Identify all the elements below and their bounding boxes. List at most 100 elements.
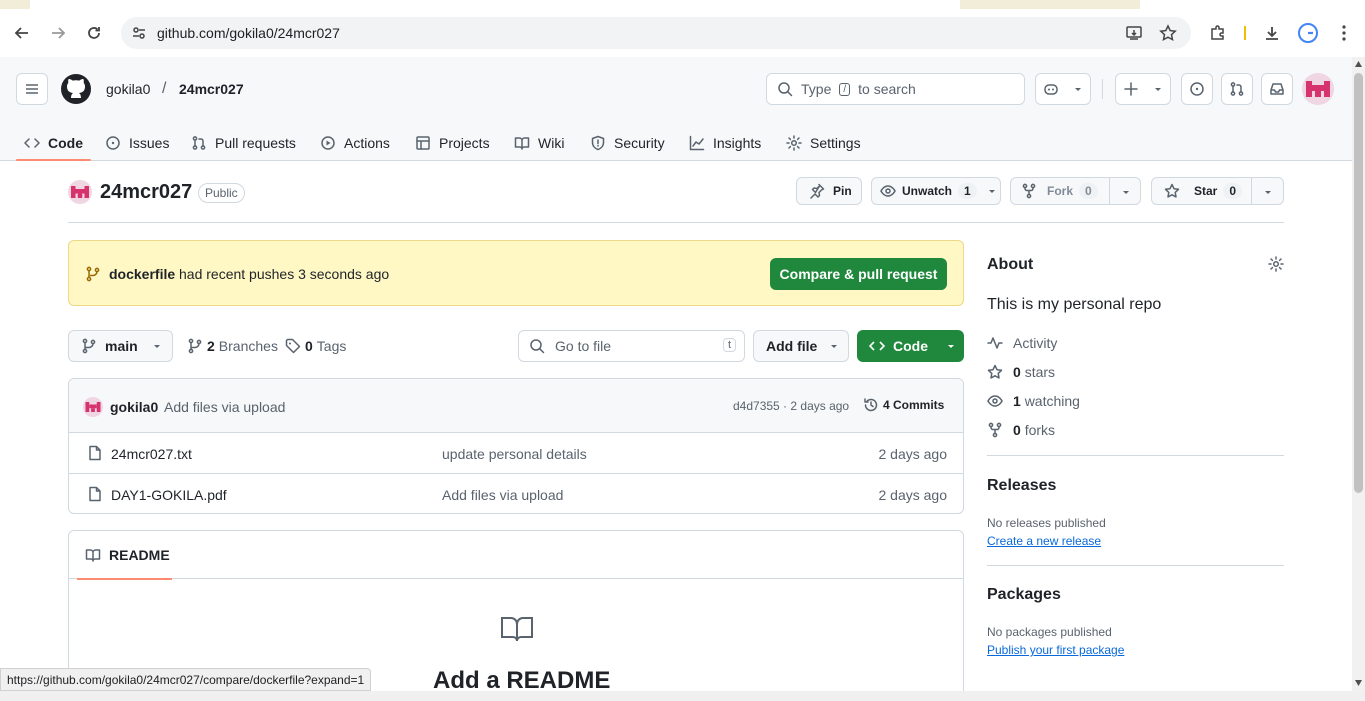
table-row[interactable]: DAY1-GOKILA.pdf Add files via upload 2 d… (69, 473, 963, 513)
star-count: 0 (1223, 183, 1243, 199)
address-bar[interactable]: github.com/gokila0/24mcr027 (121, 17, 1191, 49)
copilot-icon (1044, 84, 1058, 95)
code-dropdown-button[interactable]: Code (857, 330, 964, 362)
scroll-up-arrow-icon[interactable] (1355, 61, 1362, 67)
tags-count: 0 (305, 338, 313, 354)
tag-icon (285, 338, 301, 354)
file-commit-message[interactable]: Add files via upload (442, 487, 563, 503)
tab-projects[interactable]: Projects (415, 125, 490, 161)
tab-insights[interactable]: Insights (689, 125, 761, 161)
go-to-file-key-hint: t (722, 338, 736, 352)
tab-actions[interactable]: Actions (320, 125, 390, 161)
profile-button[interactable] (1294, 19, 1322, 47)
gear-icon[interactable] (1268, 256, 1284, 272)
arrow-left-icon (14, 27, 28, 39)
inbox-button[interactable] (1261, 73, 1293, 105)
page-scrollbar[interactable] (1352, 57, 1365, 691)
commits-link[interactable]: 4 Commits (863, 397, 944, 413)
activity-link[interactable]: Activity (987, 335, 1057, 351)
publish-package-link[interactable]: Publish your first package (987, 643, 1124, 657)
watching-count: 1 (1013, 393, 1021, 409)
fork-button[interactable]: Fork 0 (1010, 177, 1141, 205)
site-info-icon[interactable] (131, 25, 147, 41)
packages-title[interactable]: Packages (987, 586, 1061, 604)
file-name[interactable]: DAY1-GOKILA.pdf (111, 487, 227, 503)
file-commit-message[interactable]: update personal details (442, 446, 587, 462)
repo-header: gokila0 / 24mcr027 Type / to search Code… (0, 57, 1352, 161)
compare-pull-request-button[interactable]: Compare & pull request (770, 258, 947, 290)
hamburger-icon (26, 84, 38, 94)
create-new-button[interactable] (1115, 73, 1171, 105)
caret-down-icon[interactable] (1121, 187, 1131, 197)
browser-tab[interactable] (30, 0, 960, 9)
unwatch-label: Unwatch (902, 184, 953, 198)
stars-link[interactable]: 0 stars (987, 364, 1055, 380)
commit-hash-time[interactable]: d4d7355 · 2 days ago (733, 399, 849, 413)
tab-pull-requests[interactable]: Pull requests (191, 125, 296, 161)
add-file-button[interactable]: Add file (753, 330, 849, 362)
search-icon (530, 339, 545, 354)
bookmark-star-icon[interactable] (1159, 24, 1177, 42)
caret-down-icon (831, 345, 838, 348)
repo-link[interactable]: 24mcr027 (179, 81, 244, 97)
caret-down-icon (948, 345, 954, 348)
branch-name: main (105, 338, 138, 354)
scroll-down-arrow-icon[interactable] (1355, 680, 1362, 686)
pull-requests-button[interactable] (1221, 73, 1253, 105)
branches-link[interactable]: 2 Branches (187, 338, 278, 354)
forks-link[interactable]: 0 forks (987, 422, 1055, 438)
forward-button[interactable] (44, 19, 72, 47)
tab-code[interactable]: Code (16, 125, 91, 161)
unwatch-button[interactable]: Unwatch 1 (871, 177, 1001, 205)
issues-button[interactable] (1181, 73, 1213, 105)
tab-wiki[interactable]: Wiki (514, 125, 564, 161)
visibility-badge: Public (198, 183, 245, 203)
releases-title[interactable]: Releases (987, 477, 1056, 495)
go-to-file-placeholder: Go to file (555, 338, 612, 354)
branch-selector[interactable]: main (68, 330, 173, 362)
packages-empty-text: No packages published (987, 625, 1112, 639)
tab-settings[interactable]: Settings (786, 125, 861, 161)
avatar[interactable] (1302, 73, 1334, 105)
github-logo-icon[interactable] (60, 73, 92, 105)
repo-title[interactable]: 24mcr027 (100, 181, 192, 204)
tags-link[interactable]: 0 Tags (285, 338, 346, 354)
file-name[interactable]: 24mcr027.txt (111, 446, 192, 462)
repo-owner-avatar[interactable] (68, 180, 92, 204)
tab-label: Pull requests (215, 135, 296, 151)
star-button[interactable]: Star 0 (1151, 177, 1284, 205)
tab-issues[interactable]: Issues (105, 125, 169, 161)
reload-button[interactable] (80, 19, 108, 47)
scrollbar-thumb[interactable] (1354, 73, 1363, 493)
global-nav-button[interactable] (16, 73, 48, 105)
browser-menu-button[interactable] (1330, 19, 1358, 47)
pin-button[interactable]: Pin (796, 177, 862, 205)
table-row[interactable]: 24mcr027.txt update personal details 2 d… (69, 432, 963, 473)
caret-down-icon[interactable] (1263, 187, 1273, 197)
tab-security[interactable]: Security (590, 125, 665, 161)
owner-link[interactable]: gokila0 (106, 81, 150, 97)
commit-author[interactable]: gokila0 (110, 399, 158, 415)
search-input[interactable]: Type / to search (766, 73, 1025, 105)
install-app-icon[interactable] (1125, 24, 1143, 42)
create-release-link[interactable]: Create a new release (987, 534, 1101, 548)
browser-tab[interactable] (1140, 0, 1365, 9)
readme-tab[interactable]: README (77, 531, 172, 580)
tab-label: Settings (810, 135, 861, 151)
tab-label: Code (48, 135, 83, 151)
plus-icon (1124, 82, 1138, 96)
extensions-button[interactable] (1204, 19, 1232, 47)
go-to-file-input[interactable]: Go to file t (518, 330, 745, 362)
watching-link[interactable]: 1 watching (987, 393, 1080, 409)
commits-count: 4 Commits (883, 398, 945, 412)
tab-label: Actions (344, 135, 390, 151)
back-button[interactable] (8, 19, 36, 47)
commit-message[interactable]: Add files via upload (164, 399, 285, 415)
pushed-branch-name[interactable]: dockerfile (109, 266, 175, 282)
copilot-button[interactable] (1035, 73, 1091, 105)
sidebar-divider (987, 565, 1284, 566)
file-table: gokila0 Add files via upload d4d7355 · 2… (68, 378, 964, 514)
commit-author-avatar[interactable] (83, 397, 103, 417)
downloads-button[interactable] (1258, 19, 1286, 47)
caret-down-icon[interactable] (987, 186, 997, 196)
